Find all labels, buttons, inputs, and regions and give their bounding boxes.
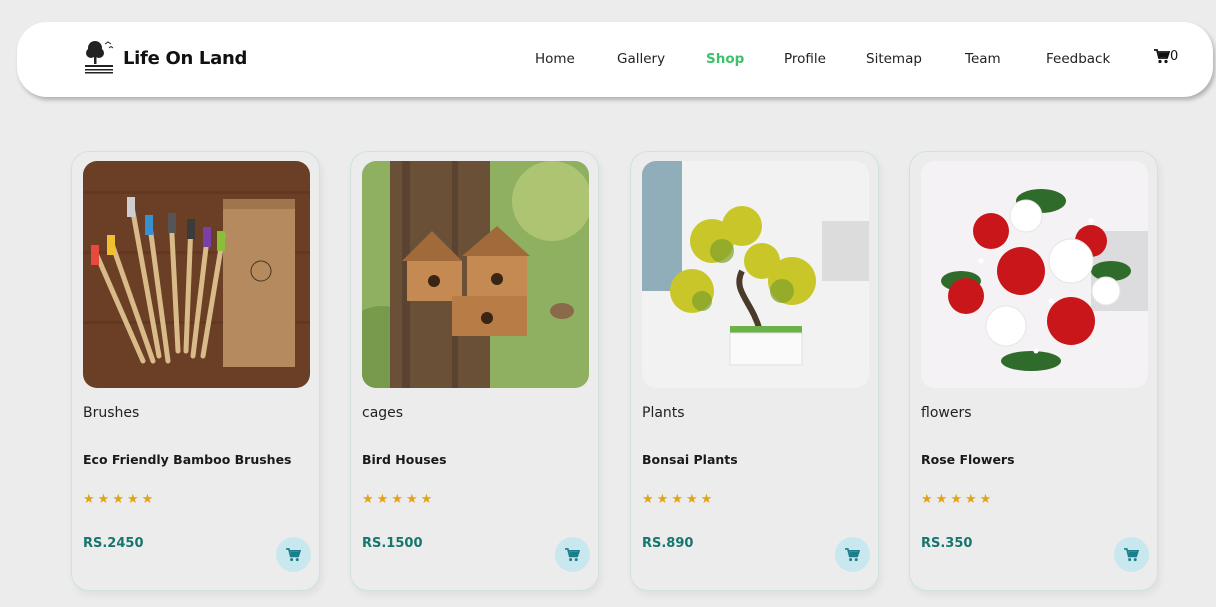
- star-icon: ★: [420, 492, 433, 507]
- star-icon: ★: [964, 492, 977, 507]
- product-card: Plants Bonsai Plants ★ ★ ★ ★ ★ RS.890: [630, 151, 879, 591]
- cart-count: 0: [1170, 49, 1179, 64]
- nav-home[interactable]: Home: [535, 51, 575, 67]
- star-icon: ★: [656, 492, 669, 507]
- product-price: RS.350: [921, 536, 973, 551]
- nav-team[interactable]: Team: [965, 51, 1001, 67]
- cart-icon: [845, 547, 860, 561]
- star-icon: ★: [376, 492, 389, 507]
- product-name[interactable]: Bird Houses: [362, 452, 447, 467]
- nav-feedback[interactable]: Feedback: [1046, 51, 1110, 67]
- rating-stars: ★ ★ ★ ★ ★: [921, 493, 991, 506]
- nav-profile[interactable]: Profile: [784, 51, 826, 67]
- site-header: Life On Land Home Gallery Shop Profile S…: [17, 22, 1213, 97]
- add-to-cart-button[interactable]: [835, 537, 870, 572]
- rose-bouquet-image[interactable]: [921, 161, 1148, 388]
- nav-sitemap[interactable]: Sitemap: [866, 51, 922, 67]
- product-name[interactable]: Eco Friendly Bamboo Brushes: [83, 452, 292, 467]
- product-category: cages: [362, 405, 404, 421]
- product-category: Plants: [642, 405, 685, 421]
- product-name[interactable]: Bonsai Plants: [642, 452, 738, 467]
- nav-cart[interactable]: 0: [1154, 49, 1178, 64]
- product-card: cages Bird Houses ★ ★ ★ ★ ★ RS.1500: [350, 151, 599, 591]
- star-icon: ★: [671, 492, 683, 507]
- star-icon: ★: [126, 492, 139, 507]
- rating-stars: ★ ★ ★ ★ ★: [83, 493, 153, 506]
- cart-icon: [1124, 547, 1139, 561]
- star-icon: ★: [950, 492, 962, 507]
- product-name[interactable]: Rose Flowers: [921, 452, 1015, 467]
- bamboo-toothbrushes-image[interactable]: [83, 161, 310, 388]
- nav-shop[interactable]: Shop: [706, 51, 744, 67]
- product-card: flowers Rose Flowers ★ ★ ★ ★ ★ RS.350: [909, 151, 1158, 591]
- product-price: RS.2450: [83, 536, 144, 551]
- star-icon: ★: [642, 492, 654, 507]
- add-to-cart-button[interactable]: [276, 537, 311, 572]
- product-card: Brushes Eco Friendly Bamboo Brushes ★ ★ …: [71, 151, 320, 591]
- product-category: Brushes: [83, 405, 140, 421]
- star-icon: ★: [141, 492, 154, 507]
- nav-gallery[interactable]: Gallery: [617, 51, 665, 67]
- cart-icon: [565, 547, 580, 561]
- star-icon: ★: [362, 492, 374, 507]
- star-icon: ★: [391, 492, 403, 507]
- star-icon: ★: [83, 492, 95, 507]
- star-icon: ★: [97, 492, 110, 507]
- cart-icon: [1154, 49, 1170, 64]
- product-price: RS.1500: [362, 536, 423, 551]
- star-icon: ★: [700, 492, 713, 507]
- star-icon: ★: [685, 492, 698, 507]
- add-to-cart-button[interactable]: [555, 537, 590, 572]
- wooden-bird-house-image[interactable]: [362, 161, 589, 388]
- product-category: flowers: [921, 405, 972, 421]
- star-icon: ★: [921, 492, 933, 507]
- rating-stars: ★ ★ ★ ★ ★: [362, 493, 432, 506]
- star-icon: ★: [112, 492, 124, 507]
- star-icon: ★: [979, 492, 992, 507]
- product-price: RS.890: [642, 536, 694, 551]
- main-nav: Home Gallery Shop Profile Sitemap Team F…: [17, 51, 1213, 71]
- star-icon: ★: [405, 492, 418, 507]
- star-icon: ★: [935, 492, 948, 507]
- rating-stars: ★ ★ ★ ★ ★: [642, 493, 712, 506]
- bonsai-plant-image[interactable]: [642, 161, 869, 388]
- cart-icon: [286, 547, 301, 561]
- add-to-cart-button[interactable]: [1114, 537, 1149, 572]
